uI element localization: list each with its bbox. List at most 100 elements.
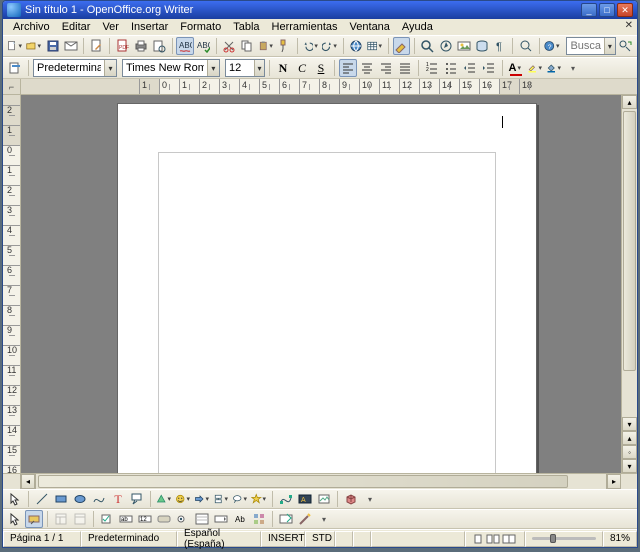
bold-button[interactable]: N bbox=[274, 59, 292, 77]
paste-button[interactable]: ▾ bbox=[257, 37, 275, 55]
toolbar-options-icon[interactable]: ▾ bbox=[361, 490, 379, 508]
print-preview-button[interactable] bbox=[150, 37, 167, 55]
menu-ver[interactable]: Ver bbox=[96, 20, 125, 34]
block-arrows-button[interactable]: ▾ bbox=[193, 490, 211, 508]
menu-formato[interactable]: Formato bbox=[174, 20, 227, 34]
numbered-list-button[interactable]: 12 bbox=[423, 59, 441, 77]
help-button[interactable]: ?▾ bbox=[543, 37, 561, 55]
flowchart-button[interactable]: ▾ bbox=[212, 490, 230, 508]
multi-page-icon[interactable] bbox=[486, 534, 500, 544]
scroll-left-button[interactable]: ◂ bbox=[21, 474, 35, 489]
font-name-combo[interactable]: ▾ bbox=[122, 59, 220, 77]
single-page-icon[interactable] bbox=[472, 534, 484, 544]
points-edit-button[interactable] bbox=[277, 490, 295, 508]
open-button[interactable]: ▾ bbox=[25, 37, 43, 55]
status-signature[interactable] bbox=[353, 531, 371, 547]
symbol-shapes-button[interactable]: ▾ bbox=[174, 490, 192, 508]
select-tool-button[interactable] bbox=[6, 490, 24, 508]
scroll-thumb[interactable] bbox=[38, 475, 568, 488]
zoom-slider[interactable] bbox=[525, 531, 603, 547]
navigation-button[interactable]: ◦ bbox=[622, 445, 637, 459]
horizontal-ruler[interactable]: 10123456789101112131415161718 bbox=[21, 79, 637, 94]
align-center-button[interactable] bbox=[358, 59, 376, 77]
format-paintbrush-button[interactable] bbox=[276, 37, 293, 55]
menu-archivo[interactable]: Archivo bbox=[7, 20, 56, 34]
status-zoom[interactable]: 81% bbox=[603, 531, 637, 547]
save-button[interactable] bbox=[44, 37, 61, 55]
show-draw-button[interactable] bbox=[393, 37, 410, 55]
document-canvas[interactable] bbox=[21, 95, 621, 473]
toolbar-options-icon[interactable]: ▾ bbox=[564, 59, 582, 77]
paragraph-style-combo[interactable]: ▾ bbox=[33, 59, 117, 77]
textbox-control-button[interactable]: ab bbox=[117, 510, 135, 528]
text-tool-button[interactable]: T bbox=[109, 490, 127, 508]
paragraph-style-input[interactable] bbox=[34, 62, 104, 74]
menu-tabla[interactable]: Tabla bbox=[227, 20, 265, 34]
cut-button[interactable] bbox=[221, 37, 238, 55]
book-view-icon[interactable] bbox=[502, 534, 516, 544]
extrusion-button[interactable] bbox=[342, 490, 360, 508]
bullet-list-button[interactable] bbox=[442, 59, 460, 77]
italic-button[interactable]: C bbox=[293, 59, 311, 77]
freeform-tool-button[interactable] bbox=[90, 490, 108, 508]
decrease-indent-button[interactable] bbox=[461, 59, 479, 77]
callouts-button[interactable]: ▾ bbox=[231, 490, 249, 508]
chevron-down-icon[interactable]: ▾ bbox=[604, 38, 615, 54]
navigator-button[interactable] bbox=[437, 37, 454, 55]
undo-button[interactable]: ▾ bbox=[302, 37, 320, 55]
menu-herramientas[interactable]: Herramientas bbox=[266, 20, 344, 34]
fontwork-button[interactable]: A bbox=[296, 490, 314, 508]
maximize-button[interactable]: □ bbox=[599, 3, 615, 17]
rectangle-tool-button[interactable] bbox=[52, 490, 70, 508]
table-button[interactable]: ▾ bbox=[366, 37, 384, 55]
form-props-button[interactable] bbox=[71, 510, 89, 528]
menu-insertar[interactable]: Insertar bbox=[125, 20, 174, 34]
next-page-button[interactable]: ▾ bbox=[622, 459, 637, 473]
from-file-button[interactable] bbox=[315, 490, 333, 508]
spellcheck-button[interactable]: ABC bbox=[176, 37, 193, 55]
document-close-icon[interactable]: ✕ bbox=[625, 20, 633, 31]
menu-editar[interactable]: Editar bbox=[56, 20, 97, 34]
zoom-button[interactable] bbox=[517, 37, 534, 55]
menu-ayuda[interactable]: Ayuda bbox=[396, 20, 439, 34]
font-color-button[interactable]: A▾ bbox=[507, 59, 525, 77]
ellipse-tool-button[interactable] bbox=[71, 490, 89, 508]
styles-button[interactable] bbox=[6, 59, 24, 77]
callout-tool-button[interactable] bbox=[128, 490, 146, 508]
chevron-down-icon[interactable]: ▾ bbox=[254, 60, 264, 76]
control-props-button[interactable] bbox=[52, 510, 70, 528]
search-box[interactable]: ▾ bbox=[566, 37, 615, 55]
edit-file-button[interactable] bbox=[88, 37, 105, 55]
stars-button[interactable]: ▾ bbox=[250, 490, 268, 508]
listbox-button[interactable] bbox=[193, 510, 211, 528]
vertical-ruler[interactable]: 2101234567891011121314151617 bbox=[3, 95, 21, 473]
underline-button[interactable]: S bbox=[312, 59, 330, 77]
align-left-button[interactable] bbox=[339, 59, 357, 77]
title-bar[interactable]: Sin título 1 - OpenOffice.org Writer _ □… bbox=[3, 1, 637, 19]
more-controls-button[interactable] bbox=[250, 510, 268, 528]
copy-button[interactable] bbox=[239, 37, 256, 55]
print-button[interactable] bbox=[132, 37, 149, 55]
option-button[interactable] bbox=[174, 510, 192, 528]
page[interactable] bbox=[117, 103, 537, 473]
status-language[interactable]: Español (España) bbox=[177, 531, 261, 547]
scroll-down-button[interactable]: ▾ bbox=[622, 417, 637, 431]
autospell-button[interactable]: ABC bbox=[195, 37, 212, 55]
close-button[interactable]: ✕ bbox=[617, 3, 633, 17]
scroll-track[interactable] bbox=[35, 474, 607, 489]
form-design-button[interactable] bbox=[277, 510, 295, 528]
status-selection[interactable]: STD bbox=[305, 531, 335, 547]
font-size-combo[interactable]: ▾ bbox=[225, 59, 265, 77]
highlight-button[interactable]: ▾ bbox=[526, 59, 544, 77]
chevron-down-icon[interactable]: ▾ bbox=[104, 60, 116, 76]
design-mode-button[interactable] bbox=[25, 510, 43, 528]
status-modified[interactable] bbox=[335, 531, 353, 547]
scroll-thumb[interactable] bbox=[623, 111, 636, 371]
toolbar-options-icon[interactable]: ▾ bbox=[315, 510, 333, 528]
status-page[interactable]: Página 1 / 1 bbox=[3, 531, 81, 547]
hyperlink-button[interactable] bbox=[348, 37, 365, 55]
redo-button[interactable]: ▾ bbox=[321, 37, 339, 55]
formatted-field-button[interactable]: 12 bbox=[136, 510, 154, 528]
scroll-right-button[interactable]: ▸ bbox=[607, 474, 621, 489]
background-color-button[interactable]: ▾ bbox=[545, 59, 563, 77]
